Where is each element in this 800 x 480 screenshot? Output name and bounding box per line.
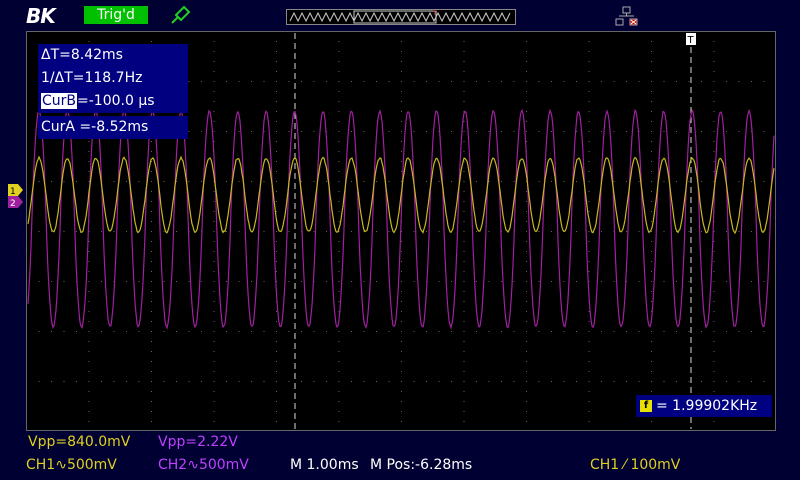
ch1-marker: 1 bbox=[10, 187, 16, 197]
cursor-inverse-delta-t: 1/ΔT=118.7Hz bbox=[38, 67, 188, 90]
ch2-marker: 2 bbox=[10, 199, 16, 209]
channel-ground-markers: 1 2 bbox=[8, 184, 24, 210]
brand-logo: BK bbox=[26, 4, 55, 28]
ch2-vpp: Vpp=2.22V bbox=[158, 434, 238, 450]
frequency-value: = 1.99902KHz bbox=[656, 398, 757, 414]
timebase-main[interactable]: M 1.00ms bbox=[290, 457, 359, 473]
ch1-vpp: Vpp=840.0mV bbox=[28, 434, 130, 450]
probe-icon bbox=[168, 3, 194, 27]
cursor-b-readout[interactable]: CurB=-100.0 μs bbox=[38, 90, 188, 113]
trigger-marker: T bbox=[432, 10, 437, 17]
frequency-readout: f = 1.99902KHz bbox=[636, 395, 772, 417]
cursor-b-value: =-100.0 μs bbox=[77, 93, 155, 109]
trigger-setting[interactable]: CH1 ⁄ 100mV bbox=[590, 457, 680, 473]
trigger-position-bar: T bbox=[286, 9, 516, 25]
network-icon bbox=[614, 6, 640, 28]
cursor-delta-t: ΔT=8.42ms bbox=[38, 44, 188, 67]
trigger-time-marker: T bbox=[686, 33, 696, 46]
ch2-scale[interactable]: CH2∿500mV bbox=[158, 457, 249, 473]
ch1-scale[interactable]: CH1∿500mV bbox=[26, 457, 117, 473]
trigger-status-badge: Trig'd bbox=[84, 6, 148, 24]
frequency-icon: f bbox=[640, 400, 652, 412]
cursor-b-label[interactable]: CurB bbox=[41, 93, 77, 109]
svg-text:T: T bbox=[687, 35, 695, 46]
cursor-a-readout[interactable]: CurA =-8.52ms bbox=[38, 116, 188, 139]
timebase-position[interactable]: M Pos:-6.28ms bbox=[370, 457, 472, 473]
